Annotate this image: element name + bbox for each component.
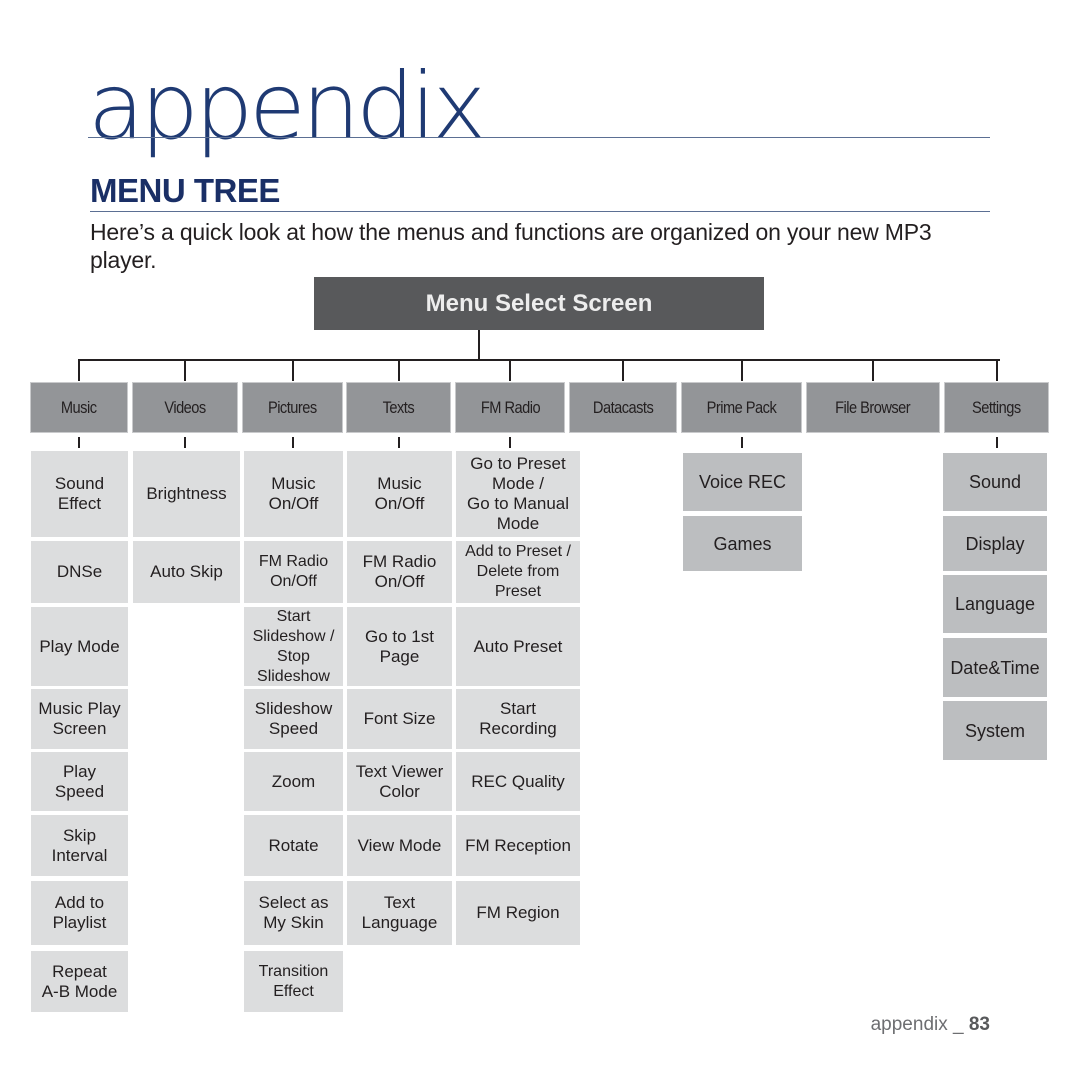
category-connector [398, 360, 400, 381]
menu-item: Text Language [347, 881, 452, 945]
menu-item: Sound [943, 453, 1047, 511]
footer-label: appendix _ [870, 1014, 964, 1035]
category-music: Music [30, 382, 128, 433]
category-label: FM Radio [480, 397, 540, 417]
category-label: Datacasts [592, 397, 654, 417]
category-connector [872, 360, 874, 381]
menu-item: Zoom [244, 752, 343, 811]
menu-item: Date&Time [943, 638, 1047, 697]
menu-item: Brightness [133, 451, 240, 537]
horizontal-connector [78, 359, 1000, 361]
category-pictures: Pictures [242, 382, 343, 433]
page-number: 83 [968, 1014, 990, 1035]
menu-item: Start Slideshow / Stop Slideshow [244, 607, 343, 686]
menu-item: Play Mode [31, 607, 128, 686]
menu-item: Music On/Off [244, 451, 343, 537]
item-connector [292, 437, 294, 448]
menu-item: Add to Preset / Delete from Preset [456, 541, 580, 603]
category-settings: Settings [944, 382, 1049, 433]
menu-item: Start Recording [456, 689, 580, 749]
menu-item: Sound Effect [31, 451, 128, 537]
root-connector [478, 330, 480, 360]
menu-item: Auto Preset [456, 607, 580, 686]
menu-item: FM Reception [456, 815, 580, 876]
menu-item: System [943, 701, 1047, 760]
menu-item: Select as My Skin [244, 881, 343, 945]
item-connector [398, 437, 400, 448]
category-connector [78, 360, 80, 381]
item-connector [509, 437, 511, 448]
menu-item: FM Radio On/Off [347, 541, 452, 603]
menu-item: Games [683, 516, 802, 571]
category-label: Pictures [268, 397, 317, 417]
menu-item: Rotate [244, 815, 343, 876]
category-connector [184, 360, 186, 381]
chapter-title: appendix [88, 53, 486, 160]
chapter-rule [88, 137, 990, 138]
page-footer: appendix _ 83 [871, 1014, 990, 1036]
category-label: Prime Pack [706, 397, 777, 417]
menu-item: Slideshow Speed [244, 689, 343, 749]
category-texts: Texts [346, 382, 451, 433]
intro-paragraph: Here’s a quick look at how the menus and… [90, 219, 932, 273]
category-connector [509, 360, 511, 381]
menu-item: DNSe [31, 541, 128, 603]
category-label: Texts [382, 397, 415, 417]
category-datacasts: Datacasts [569, 382, 677, 433]
root-label: Menu Select Screen [425, 289, 653, 317]
menu-item: Go to 1st Page [347, 607, 452, 686]
menu-item: FM Radio On/Off [244, 541, 343, 603]
category-connector [996, 360, 998, 381]
menu-item: Go to Preset Mode / Go to Manual Mode [456, 451, 580, 537]
menu-item: Music Play Screen [31, 689, 128, 749]
category-file-browser: File Browser [806, 382, 940, 433]
item-connector [78, 437, 80, 448]
menu-item: Music On/Off [347, 451, 452, 537]
menu-item: Font Size [347, 689, 452, 749]
category-connector [622, 360, 624, 381]
category-label: Videos [164, 397, 206, 417]
menu-item: Play Speed [31, 752, 128, 811]
menu-item: Voice REC [683, 453, 802, 511]
menu-select-screen-box: Menu Select Screen [314, 277, 764, 330]
menu-item: REC Quality [456, 752, 580, 811]
menu-item: Auto Skip [133, 541, 240, 603]
menu-item: Transition Effect [244, 951, 343, 1012]
category-connector [292, 360, 294, 381]
item-connector [184, 437, 186, 448]
menu-item: View Mode [347, 815, 452, 876]
menu-item: FM Region [456, 881, 580, 945]
section-rule [90, 211, 990, 212]
category-fm-radio: FM Radio [455, 382, 565, 433]
menu-item: Repeat A-B Mode [31, 951, 128, 1012]
category-label: Settings [972, 397, 1021, 417]
section-title: MENU TREE [90, 172, 280, 209]
menu-item: Skip Interval [31, 815, 128, 876]
category-label: File Browser [835, 397, 911, 417]
menu-item: Add to Playlist [31, 881, 128, 945]
item-connector [741, 437, 743, 448]
category-connector [741, 360, 743, 381]
menu-item: Text Viewer Color [347, 752, 452, 811]
menu-item: Display [943, 516, 1047, 571]
item-connector [996, 437, 998, 448]
category-label: Music [61, 397, 97, 417]
category-videos: Videos [132, 382, 238, 433]
menu-item: Language [943, 575, 1047, 633]
category-prime-pack: Prime Pack [681, 382, 802, 433]
